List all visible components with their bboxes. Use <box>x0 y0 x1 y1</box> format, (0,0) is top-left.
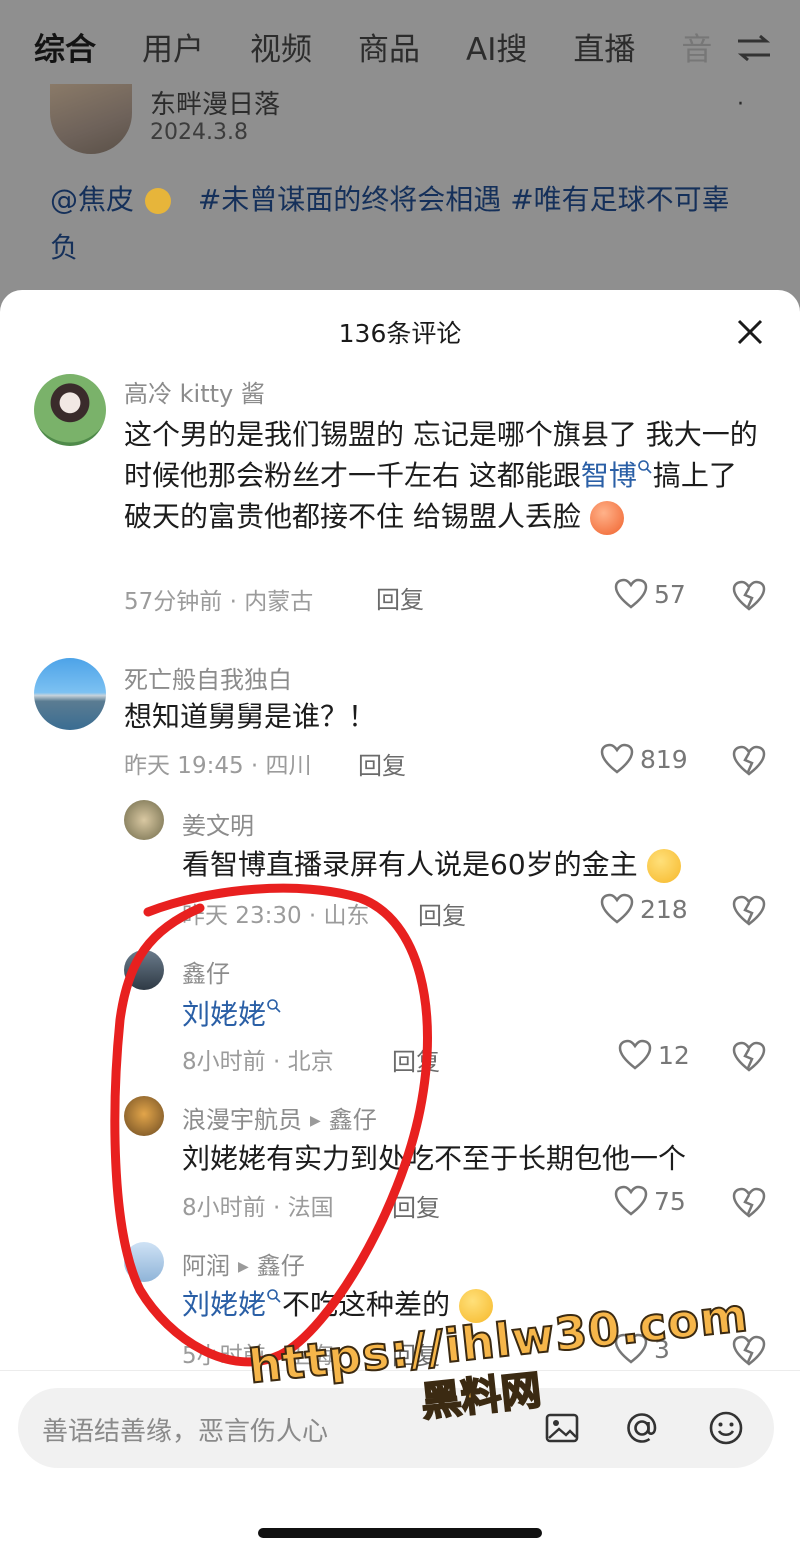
heart-icon <box>600 893 634 924</box>
reply-arrow-icon: ▶ <box>310 1113 321 1129</box>
post-hashtag[interactable]: #未曾谋面的终将会相遇 <box>198 183 501 216</box>
heart-icon <box>600 743 634 774</box>
like-button[interactable]: 75 <box>614 1185 686 1217</box>
comment-text: 这个男的是我们锡盟的 忘记是哪个旗县了 我大一的时候他那会粉丝才一千左右 这都能… <box>124 414 764 537</box>
broken-heart-icon[interactable] <box>732 1041 766 1073</box>
post-mention[interactable]: @焦皮 <box>50 183 134 216</box>
tab-live[interactable]: 直播 <box>573 24 635 69</box>
reply-button[interactable]: 回复 <box>358 746 406 781</box>
search-link[interactable]: 智博 <box>581 459 653 492</box>
comment-text: 想知道舅舅是谁？！ <box>124 700 377 733</box>
comment-count-title: 136条评论 <box>338 319 462 348</box>
avatar[interactable] <box>124 1096 164 1136</box>
broken-heart-icon[interactable] <box>732 580 766 612</box>
heart-icon <box>614 578 648 609</box>
search-link[interactable]: 刘姥姥 <box>182 1288 282 1321</box>
reply-arrow-icon: ▶ <box>238 1259 249 1275</box>
comment-meta: 8小时前 · 北京 <box>182 1049 334 1075</box>
like-count: 75 <box>654 1186 686 1216</box>
like-button[interactable]: 218 <box>600 893 688 925</box>
comment-text-part: 不吃这种差的 <box>282 1288 451 1321</box>
comment-username[interactable]: 高冷 kitty 酱 <box>124 374 265 409</box>
more-options-icon[interactable]: · <box>737 92 744 117</box>
post-date: 2024.3.8 <box>150 120 248 145</box>
avatar[interactable] <box>34 658 106 730</box>
tab-music[interactable]: 音 <box>681 24 712 69</box>
search-icon <box>267 998 281 1013</box>
like-count: 819 <box>640 744 688 774</box>
tab-comprehensive[interactable]: 综合 <box>34 24 96 69</box>
comment-text: 刘姥姥有实力到处吃不至于长期包他一个 <box>182 1142 687 1175</box>
post-author-avatar[interactable] <box>50 84 132 154</box>
comment-username[interactable]: 死亡般自我独白 <box>124 660 292 695</box>
comment-meta: 昨天 23:30 · 山东 <box>182 903 370 929</box>
broken-heart-icon[interactable] <box>732 1187 766 1219</box>
crying-emoji-icon <box>589 501 624 535</box>
like-count: 218 <box>640 894 688 924</box>
post-author-name[interactable]: 东畔漫日落 <box>150 84 280 121</box>
comment-text: 看智博直播录屏有人说是60岁的金主 <box>182 844 762 885</box>
post-caption: @焦皮 #未曾谋面的终将会相遇 #唯有足球不可辜负 <box>50 176 750 272</box>
search-icon <box>638 459 652 474</box>
search-icon <box>267 1288 281 1303</box>
like-button[interactable]: 57 <box>614 578 686 610</box>
background-feed: 综合 用户 视频 商品 AI搜 直播 音 东畔漫日落 2024.3.8 · @焦… <box>0 0 800 320</box>
tab-users[interactable]: 用户 <box>142 24 204 69</box>
tab-ai-search[interactable]: AI搜 <box>466 24 527 69</box>
comment-username[interactable]: 姜文明 <box>182 806 254 841</box>
at-icon[interactable] <box>622 1408 662 1448</box>
comment-username[interactable]: 浪漫宇航员 ▶ 鑫仔 <box>182 1100 377 1135</box>
reply-button[interactable]: 回复 <box>392 1042 440 1077</box>
comment-username[interactable]: 鑫仔 <box>182 954 230 989</box>
comment-meta: 8小时前 · 法国 <box>182 1195 334 1221</box>
like-count: 57 <box>654 579 686 609</box>
tab-videos[interactable]: 视频 <box>250 24 312 69</box>
search-link[interactable]: 刘姥姥 <box>182 998 282 1031</box>
home-indicator <box>258 1528 542 1538</box>
comment-meta: 57分钟前 · 内蒙古 <box>124 589 314 615</box>
reply-button[interactable]: 回复 <box>376 580 424 615</box>
heart-icon <box>614 1185 648 1216</box>
avatar[interactable] <box>124 1242 164 1282</box>
avatar[interactable] <box>34 374 106 446</box>
comment-text-part: 看智博直播录屏有人说是60岁的金主 <box>182 848 638 881</box>
heart-icon <box>618 1039 652 1070</box>
comment-username[interactable]: 阿润 ▶ 鑫仔 <box>182 1246 305 1281</box>
reply-button[interactable]: 回复 <box>392 1188 440 1223</box>
emoji-icon[interactable] <box>706 1408 746 1448</box>
tab-products[interactable]: 商品 <box>358 24 420 69</box>
comment-text: 刘姥姥 <box>182 994 762 1035</box>
comment-meta: 昨天 19:45 · 四川 <box>124 753 312 779</box>
reply-button[interactable]: 回复 <box>418 896 466 931</box>
close-icon[interactable] <box>736 318 764 346</box>
avatar[interactable] <box>124 800 164 840</box>
like-button[interactable]: 12 <box>618 1039 690 1071</box>
search-tabs: 综合 用户 视频 商品 AI搜 直播 音 <box>0 0 800 92</box>
like-count: 12 <box>658 1040 690 1070</box>
sun-emoji-icon <box>144 188 171 214</box>
flushed-emoji-icon <box>646 849 681 883</box>
avatar[interactable] <box>124 950 164 990</box>
like-button[interactable]: 819 <box>600 743 688 775</box>
broken-heart-icon[interactable] <box>732 745 766 777</box>
filter-icon[interactable] <box>734 34 774 62</box>
broken-heart-icon[interactable] <box>732 895 766 927</box>
